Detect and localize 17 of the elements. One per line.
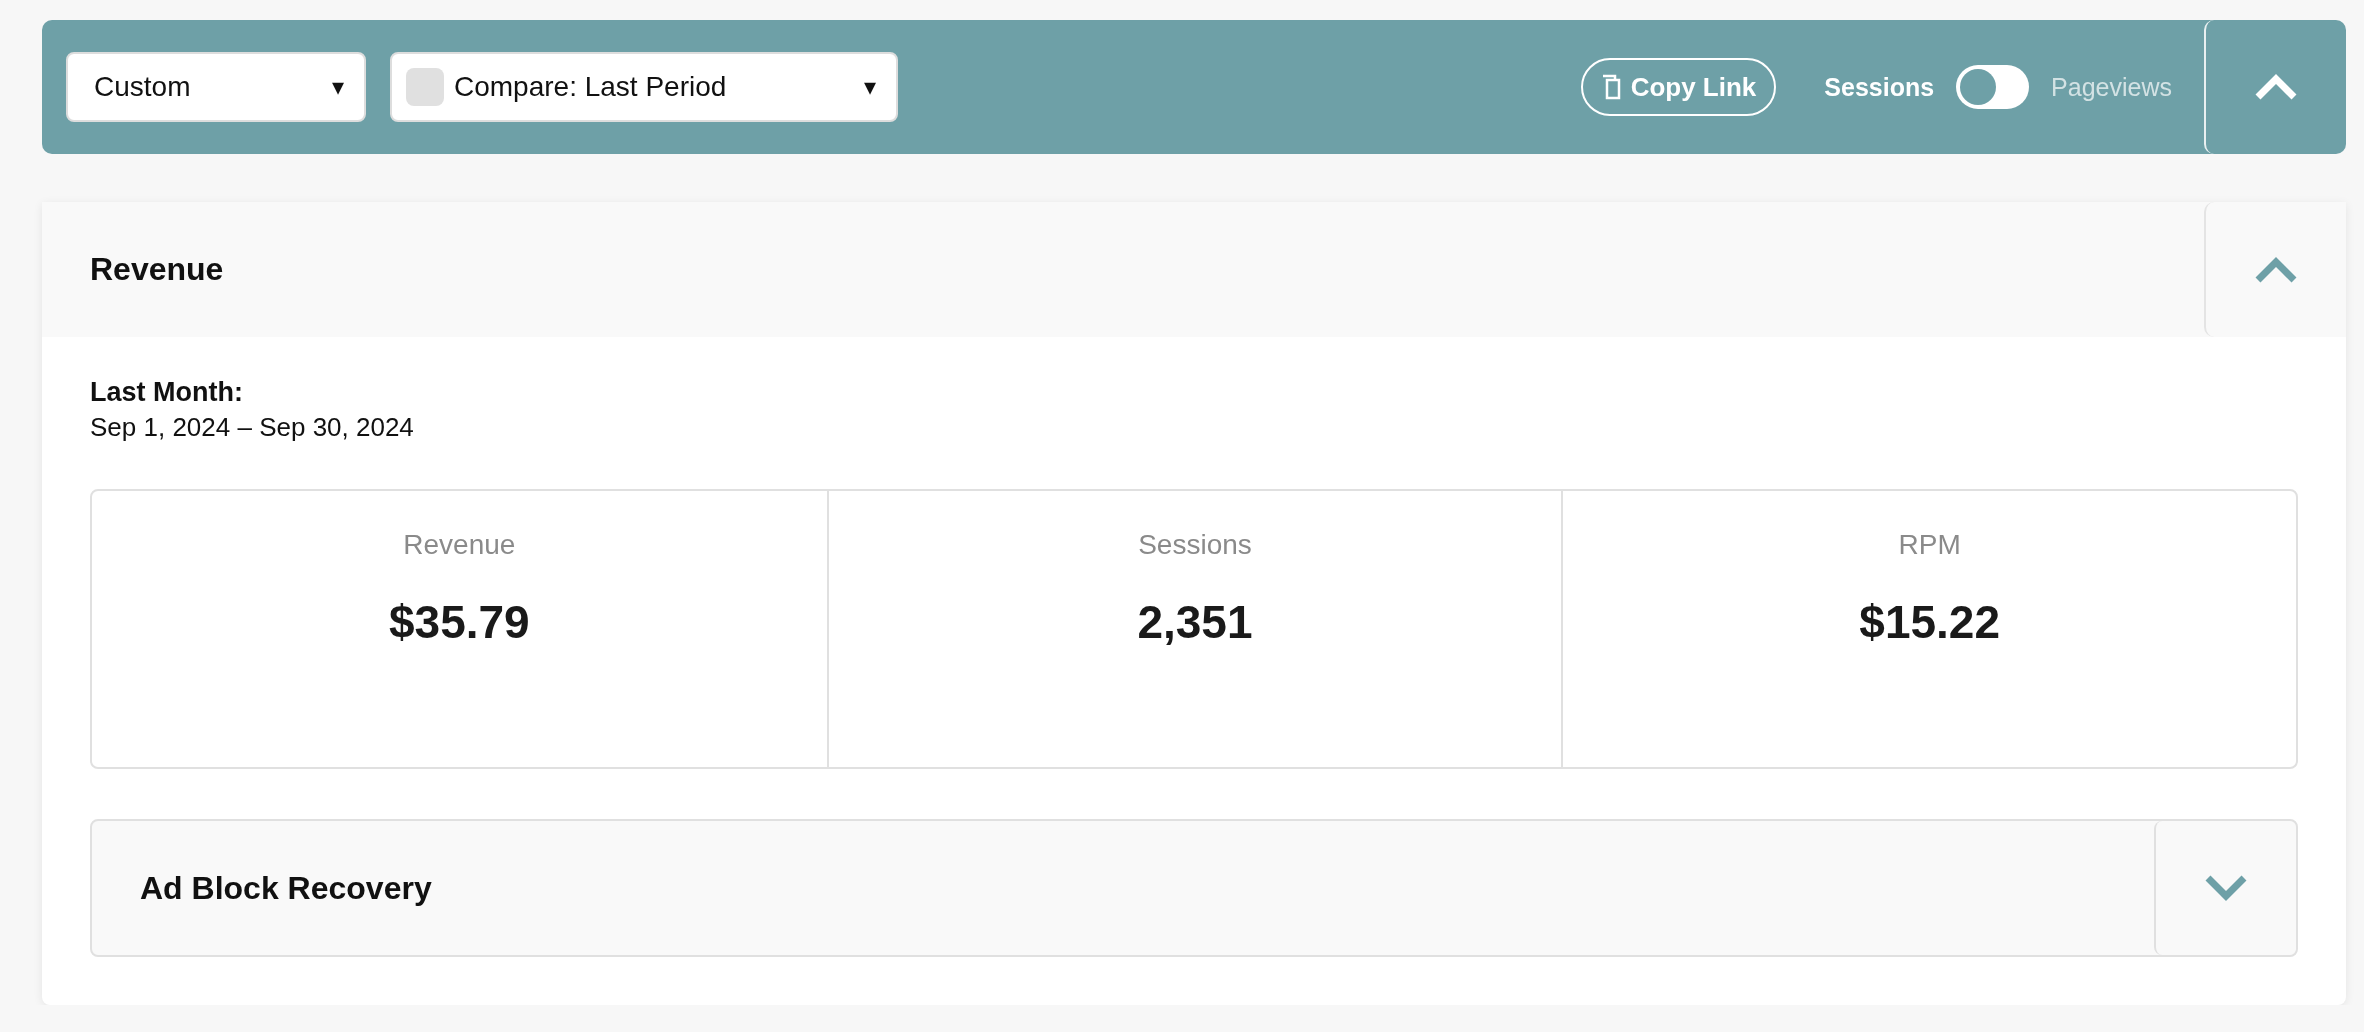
subpanel-title: Ad Block Recovery — [140, 869, 433, 907]
stat-label: Revenue — [403, 529, 516, 561]
stat-label: RPM — [1898, 529, 1961, 561]
period-label: Last Month: — [90, 377, 244, 408]
date-range-dropdown[interactable]: Custom ▾ — [66, 52, 366, 122]
compare-checkbox[interactable] — [406, 68, 444, 106]
panel-title: Revenue — [90, 251, 225, 288]
stat-value: 2,351 — [1137, 595, 1253, 649]
copy-icon — [1600, 74, 1621, 100]
stat-value: $15.22 — [1859, 595, 2000, 649]
compare-dropdown[interactable]: Compare: Last Period ▾ — [390, 52, 898, 122]
metric-switch[interactable] — [1956, 65, 2030, 109]
toggle-label: Pageviews — [2051, 72, 2172, 102]
period-dates: Sep 1, 2024 – Sep 30, 2024 — [90, 412, 415, 443]
toggle-label: Sessions — [1824, 72, 1935, 102]
stat-value: $35.79 — [388, 595, 530, 649]
stat-label: Sessions — [1138, 529, 1252, 561]
